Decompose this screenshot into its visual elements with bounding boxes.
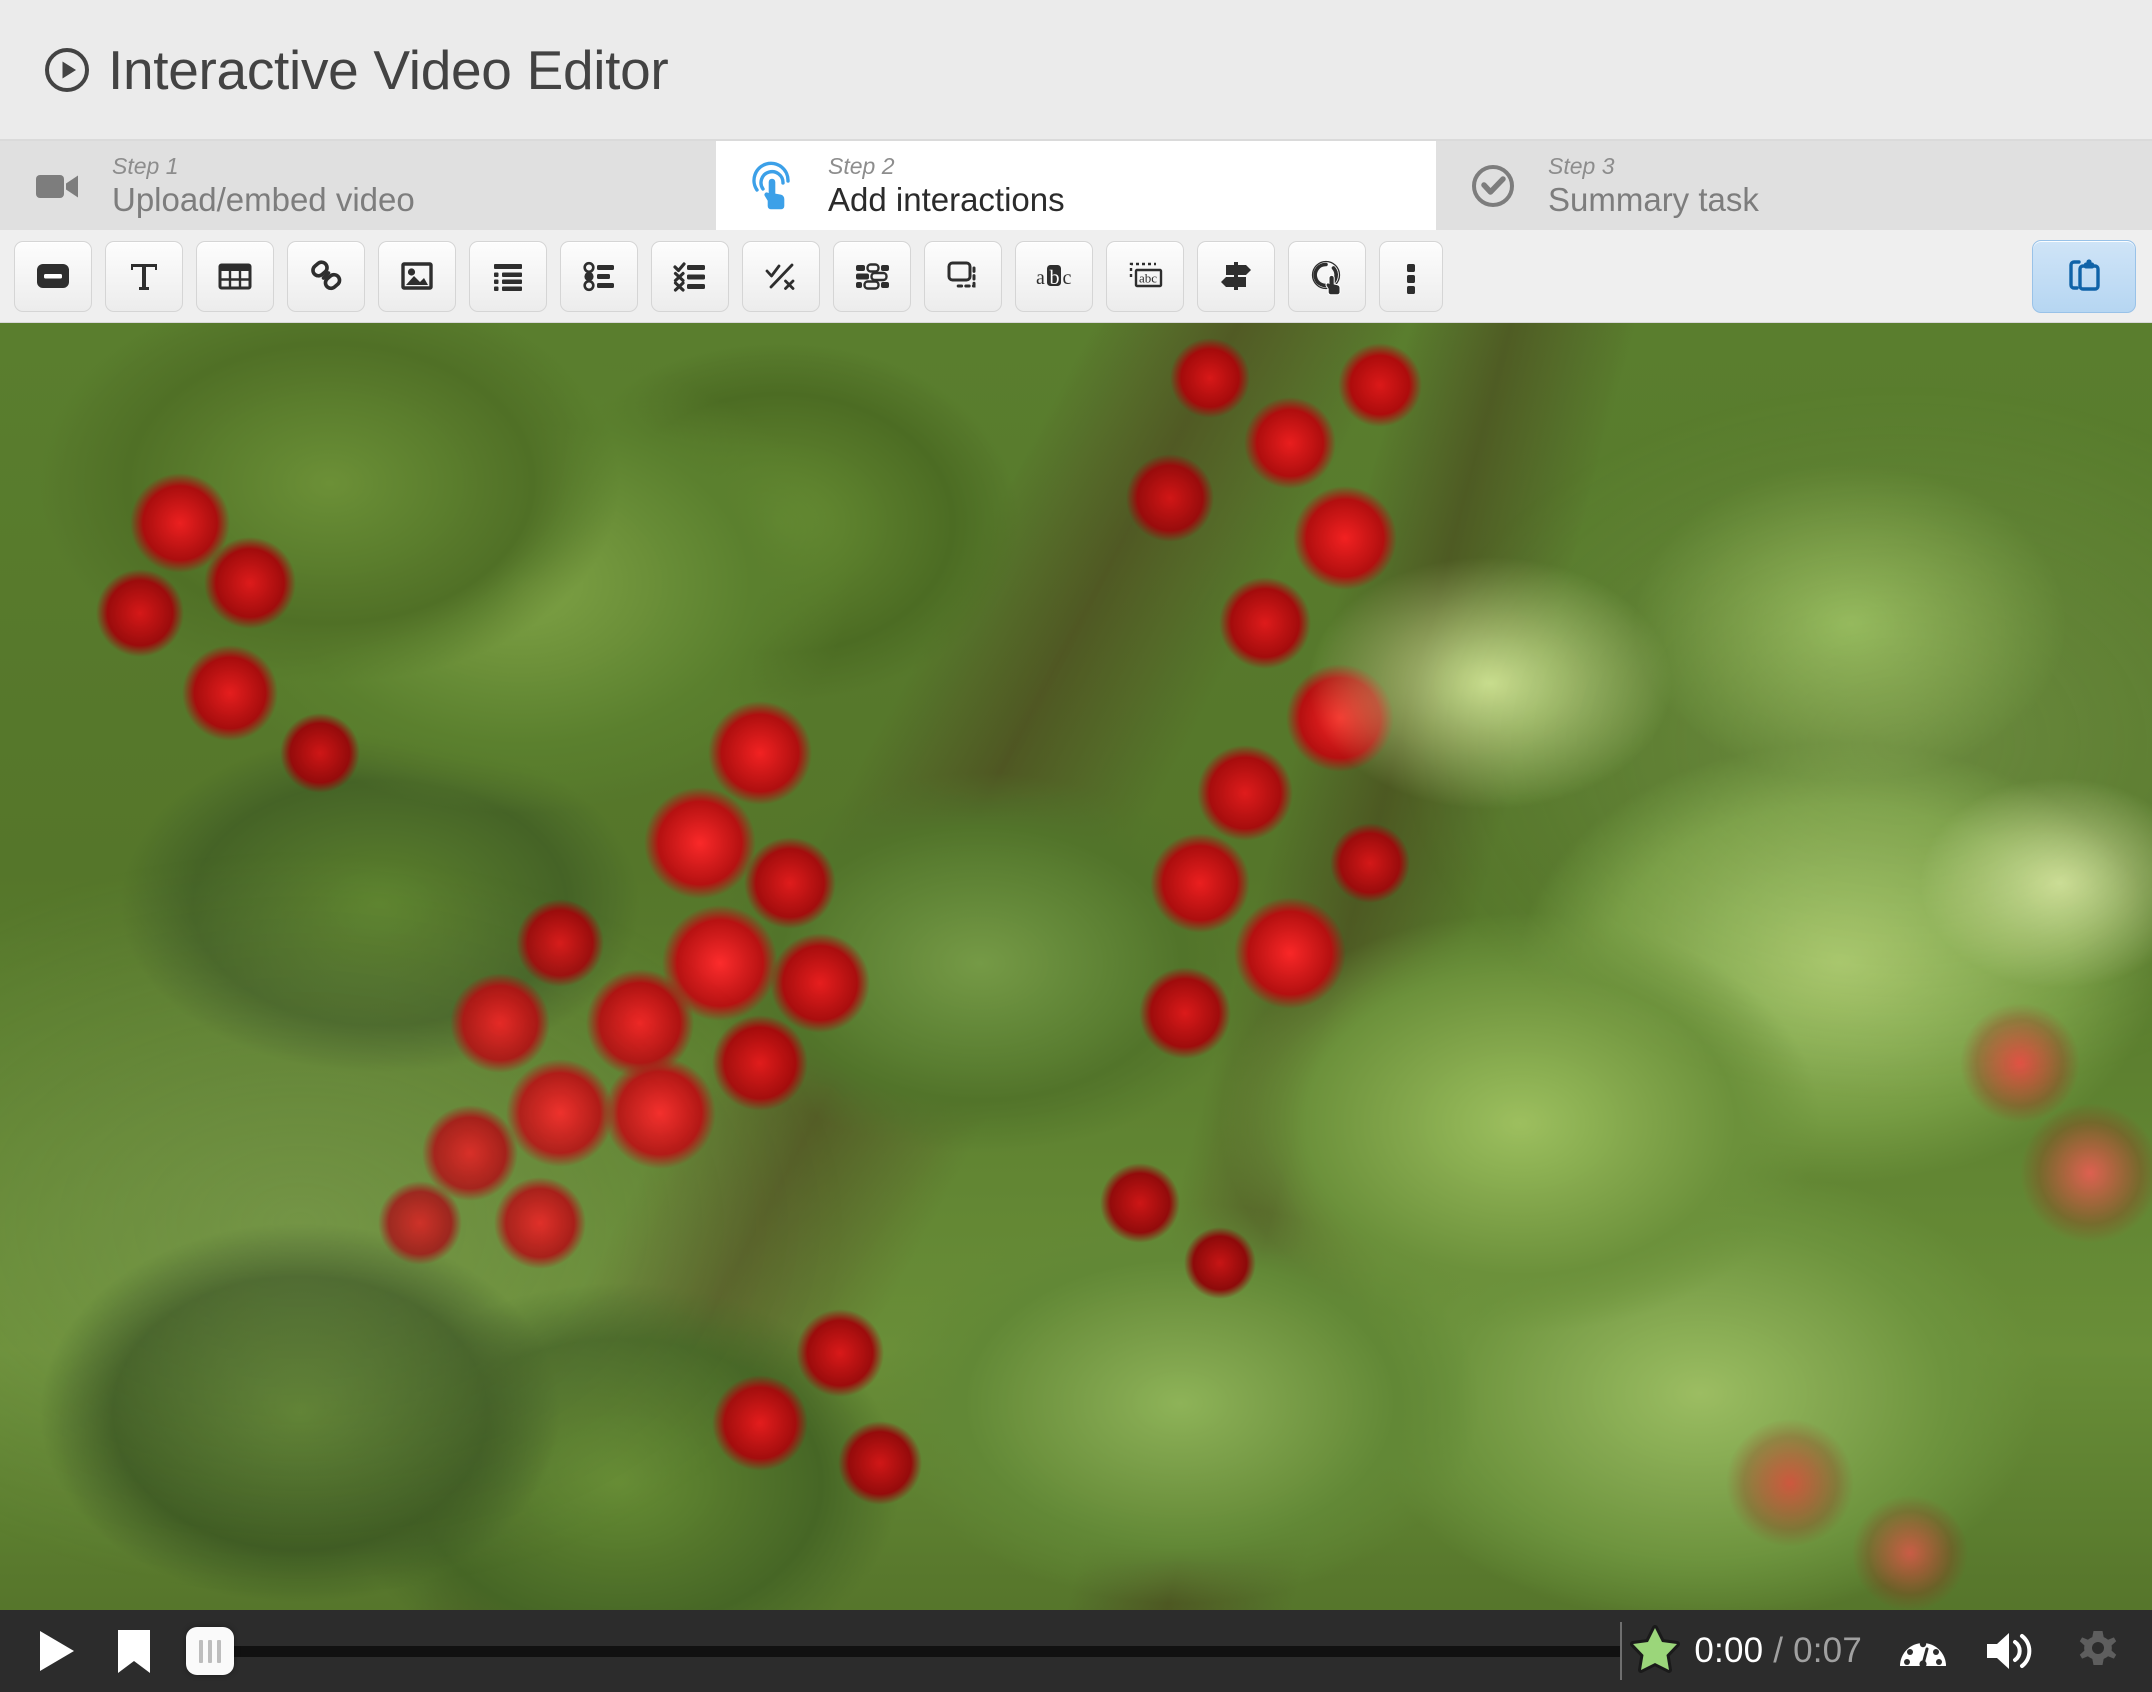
volume-button[interactable]: [1982, 1626, 2038, 1676]
text-tool-button[interactable]: [105, 240, 183, 312]
total-time: 0:07: [1793, 1631, 1862, 1670]
current-time: 0:00: [1694, 1631, 1764, 1670]
seek-handle-icon[interactable]: [186, 1627, 234, 1675]
tab-step-3-summary-task[interactable]: Step 3 Summary task: [1436, 141, 2152, 230]
single-choice-tool-button[interactable]: [560, 240, 638, 312]
step-1-number: Step 1: [112, 152, 179, 179]
label-minus-icon: [31, 254, 75, 298]
check-slash-cross-icon: [759, 254, 803, 298]
touch-pointer-icon: [744, 157, 802, 215]
radio-list-icon: [577, 254, 621, 298]
image-tool-button[interactable]: [378, 240, 456, 312]
signpost-icon: [1214, 254, 1258, 298]
playback-speed-button[interactable]: [1896, 1624, 1950, 1678]
bulleted-list-icon: [486, 254, 530, 298]
time-separator: /: [1763, 1631, 1794, 1670]
vertical-ellipsis-icon: [1389, 254, 1433, 298]
table-icon: [213, 254, 257, 298]
step-2-text: Step 2 Add interactions: [828, 153, 1065, 219]
seek-end-divider: [1620, 1622, 1623, 1680]
page-title: Interactive Video Editor: [108, 38, 669, 101]
app-header: Interactive Video Editor: [0, 0, 2152, 139]
video-control-bar: 0:00 / 0:07: [0, 1610, 2152, 1692]
step-2-label: Add interactions: [828, 181, 1065, 219]
interactive-video-editor-app: Interactive Video Editor Step 1 Upload/e…: [0, 0, 2152, 1692]
abc-highlight-icon: a b c: [1032, 254, 1076, 298]
video-stage[interactable]: 0:00 / 0:07: [0, 323, 2152, 1692]
green-star-marker-icon[interactable]: [1628, 1624, 1682, 1678]
crossroads-tool-button[interactable]: [1197, 240, 1275, 312]
link-chain-icon: [304, 254, 348, 298]
seek-track[interactable]: [186, 1645, 1623, 1657]
table-tool-button[interactable]: [196, 240, 274, 312]
mark-the-words-tool-button[interactable]: a b c: [1015, 240, 1093, 312]
play-circle-icon: [44, 47, 90, 93]
interaction-toolbar: a b c abc: [0, 230, 2152, 323]
image-picture-icon: [395, 254, 439, 298]
more-tools-button[interactable]: [1379, 240, 1443, 312]
video-camera-icon: [28, 157, 86, 215]
multiple-choice-tool-button[interactable]: [651, 240, 729, 312]
tab-step-1-upload-embed-video[interactable]: Step 1 Upload/embed video: [0, 141, 716, 230]
svg-text:b: b: [1050, 267, 1060, 289]
check-circle-icon: [1464, 157, 1522, 215]
checkmark-cross-list-icon: [668, 254, 712, 298]
fill-in-the-blanks-tool-button[interactable]: abc: [1106, 240, 1184, 312]
tab-step-2-add-interactions[interactable]: Step 2 Add interactions: [716, 141, 1436, 230]
true-false-tool-button[interactable]: [742, 240, 820, 312]
play-button[interactable]: [28, 1623, 84, 1679]
svg-text:c: c: [1063, 267, 1072, 289]
seek-handle-bar: [217, 1639, 221, 1663]
drag-words-tool-button[interactable]: [833, 240, 911, 312]
drag-drop-dashed-box-icon: [941, 254, 985, 298]
navigation-hotspot-tool-button[interactable]: [1288, 240, 1366, 312]
link-tool-button[interactable]: [287, 240, 365, 312]
drag-and-drop-tool-button[interactable]: [924, 240, 1002, 312]
svg-text:a: a: [1036, 267, 1045, 289]
seek-handle-bar: [199, 1639, 203, 1663]
dashed-abc-box-icon: abc: [1123, 254, 1167, 298]
step-3-text: Step 3 Summary task: [1548, 153, 1759, 219]
statements-tool-button[interactable]: [469, 240, 547, 312]
circle-hand-cursor-icon: [1305, 254, 1349, 298]
bookmark-button[interactable]: [112, 1625, 156, 1677]
step-2-number: Step 2: [828, 152, 895, 179]
step-tabs: Step 1 Upload/embed video Step 2 Add int…: [0, 139, 2152, 230]
step-3-number: Step 3: [1548, 152, 1615, 179]
text-t-icon: [122, 254, 166, 298]
step-1-text: Step 1 Upload/embed video: [112, 153, 415, 219]
video-frame-bokeh-overlay: [0, 323, 2152, 1692]
time-display: 0:00 / 0:07: [1694, 1631, 1862, 1671]
paste-button[interactable]: [2032, 239, 2136, 313]
seek-handle-bar: [208, 1639, 212, 1663]
clipboard-paste-icon: [2060, 252, 2108, 300]
svg-text:abc: abc: [1139, 271, 1157, 286]
label-tool-button[interactable]: [14, 240, 92, 312]
seek-bar[interactable]: [186, 1610, 1623, 1692]
drag-words-blocks-icon: [850, 254, 894, 298]
step-1-label: Upload/embed video: [112, 181, 415, 219]
step-3-label: Summary task: [1548, 181, 1759, 219]
gear-icon[interactable]: [2072, 1625, 2124, 1677]
